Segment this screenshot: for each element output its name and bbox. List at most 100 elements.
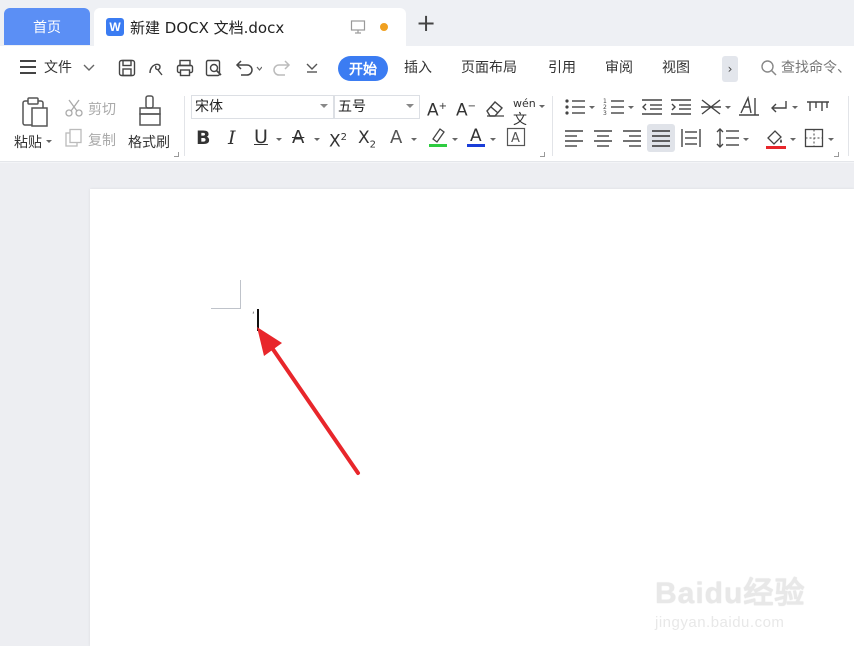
underline-dropdown-icon[interactable]	[276, 138, 282, 141]
clear-format-icon[interactable]	[484, 98, 506, 122]
separator	[848, 96, 849, 156]
export-pdf-icon[interactable]	[146, 58, 166, 82]
svg-text:A: A	[470, 126, 482, 146]
chevron-down-icon[interactable]	[82, 60, 96, 78]
search-icon[interactable]	[760, 59, 778, 81]
font-name-value: 宋体	[195, 99, 223, 115]
unsaved-dot-icon	[380, 23, 388, 31]
tab-start[interactable]: 开始	[338, 56, 388, 81]
format-painter-icon[interactable]	[136, 94, 164, 132]
scissors-icon[interactable]	[64, 98, 84, 122]
tab-start-label: 开始	[349, 61, 377, 78]
ribbon-home: 粘贴 剪切 复制 格式刷 宋体 五号 A+ A− wén 文 B I U A X2…	[0, 90, 854, 162]
tab-insert[interactable]: 插入	[404, 57, 432, 77]
align-right-icon[interactable]	[622, 128, 642, 152]
cut-button[interactable]: 剪切	[88, 99, 116, 119]
numbered-list-icon[interactable]: 123	[603, 97, 625, 121]
strikethrough-icon[interactable]: A	[292, 128, 304, 148]
tab-page-layout[interactable]: 页面布局	[461, 57, 517, 77]
copy-icon[interactable]	[64, 128, 84, 152]
redo-icon[interactable]	[272, 58, 292, 82]
numbering-dropdown-icon[interactable]	[628, 106, 634, 109]
shading-icon[interactable]	[765, 127, 787, 153]
file-menu[interactable]: 文件	[44, 57, 72, 77]
align-center-icon[interactable]	[593, 128, 613, 152]
paste-button[interactable]: 粘贴	[14, 132, 42, 152]
shrink-font-icon[interactable]: A−	[456, 97, 476, 121]
copy-button[interactable]: 复制	[88, 130, 116, 150]
highlight-dropdown-icon[interactable]	[452, 138, 458, 141]
line-spacing-dropdown-icon[interactable]	[743, 138, 749, 141]
document-title: 新建 DOCX 文档.docx	[130, 18, 285, 37]
borders-icon[interactable]	[804, 128, 824, 152]
font-color-icon[interactable]: A	[467, 125, 485, 152]
margin-corner-mark	[240, 280, 241, 309]
watermark-url: jingyan.baidu.com	[655, 614, 785, 631]
svg-text:3: 3	[603, 110, 607, 117]
print-preview-icon[interactable]	[204, 58, 224, 82]
svg-text:A: A	[511, 131, 520, 146]
new-tab-button[interactable]: +	[414, 11, 438, 36]
customize-quick-access-icon[interactable]	[305, 60, 319, 80]
paste-icon[interactable]	[20, 96, 50, 132]
marks-dropdown-icon[interactable]	[792, 106, 798, 109]
justify-icon[interactable]	[651, 128, 671, 152]
bullet-dropdown-icon[interactable]	[589, 106, 595, 109]
menu-bar: 文件 开始 插入 页面布局 引用 审阅 视图 › 查找命令、	[0, 46, 854, 90]
separator	[552, 96, 553, 156]
undo-icon[interactable]	[234, 58, 263, 82]
chinese-layout-icon[interactable]	[700, 96, 722, 122]
superscript-icon[interactable]: X2	[329, 128, 347, 152]
text-direction-icon[interactable]	[738, 95, 760, 121]
wps-writer-icon: W	[106, 18, 124, 36]
tab-document[interactable]: W 新建 DOCX 文档.docx	[94, 8, 406, 46]
command-search-input[interactable]: 查找命令、	[781, 57, 851, 77]
paste-dropdown-icon[interactable]	[46, 140, 52, 143]
save-icon[interactable]	[117, 58, 137, 82]
monitor-icon[interactable]	[350, 19, 366, 39]
strikethrough-dropdown-icon[interactable]	[314, 138, 320, 141]
borders-dropdown-icon[interactable]	[828, 138, 834, 141]
font-color-dropdown-icon[interactable]	[490, 138, 496, 141]
tab-view[interactable]: 视图	[662, 57, 690, 77]
tab-references[interactable]: 引用	[548, 57, 576, 77]
separator	[184, 96, 185, 156]
paragraph-dialog-launcher[interactable]	[834, 152, 839, 157]
phonetic-dropdown-icon[interactable]	[539, 105, 545, 108]
shading-dropdown-icon[interactable]	[790, 138, 796, 141]
tab-stops-icon[interactable]	[806, 97, 830, 121]
underline-icon[interactable]: U	[254, 127, 268, 147]
chevron-right-icon[interactable]: ›	[722, 56, 738, 82]
clipboard-dialog-launcher[interactable]	[174, 152, 179, 157]
hamburger-menu-icon[interactable]	[20, 60, 36, 74]
font-name-select[interactable]: 宋体	[191, 95, 334, 119]
line-spacing-icon[interactable]	[716, 127, 740, 153]
italic-icon[interactable]: I	[228, 128, 236, 148]
format-painter-button[interactable]: 格式刷	[128, 132, 170, 152]
show-hide-marks-icon[interactable]	[768, 97, 790, 121]
font-dialog-launcher[interactable]	[540, 152, 545, 157]
text-cursor	[257, 309, 259, 331]
chinese-layout-dropdown-icon[interactable]	[725, 106, 731, 109]
font-size-value: 五号	[338, 99, 366, 115]
subscript-icon[interactable]: X2	[358, 128, 376, 155]
tab-review[interactable]: 审阅	[605, 57, 633, 77]
character-border-icon[interactable]: A	[506, 127, 526, 151]
tab-home[interactable]: 首页	[4, 8, 90, 45]
distributed-align-icon[interactable]	[680, 127, 702, 153]
text-effect-dropdown-icon[interactable]	[411, 138, 417, 141]
increase-indent-icon[interactable]	[670, 97, 692, 121]
tab-bar: 首页 W 新建 DOCX 文档.docx +	[0, 0, 854, 46]
font-size-select[interactable]: 五号	[334, 95, 420, 119]
decrease-indent-icon[interactable]	[641, 97, 663, 121]
tab-home-label: 首页	[33, 19, 61, 36]
margin-corner-mark	[211, 308, 241, 309]
grow-font-icon[interactable]: A+	[427, 97, 447, 121]
text-effect-icon[interactable]: A	[390, 128, 402, 148]
highlight-icon[interactable]	[429, 126, 447, 152]
align-left-icon[interactable]	[564, 128, 584, 152]
print-icon[interactable]	[175, 58, 195, 82]
bold-icon[interactable]: B	[196, 128, 210, 148]
paragraph-mark: ‘	[252, 311, 255, 321]
bullet-list-icon[interactable]	[564, 97, 586, 121]
